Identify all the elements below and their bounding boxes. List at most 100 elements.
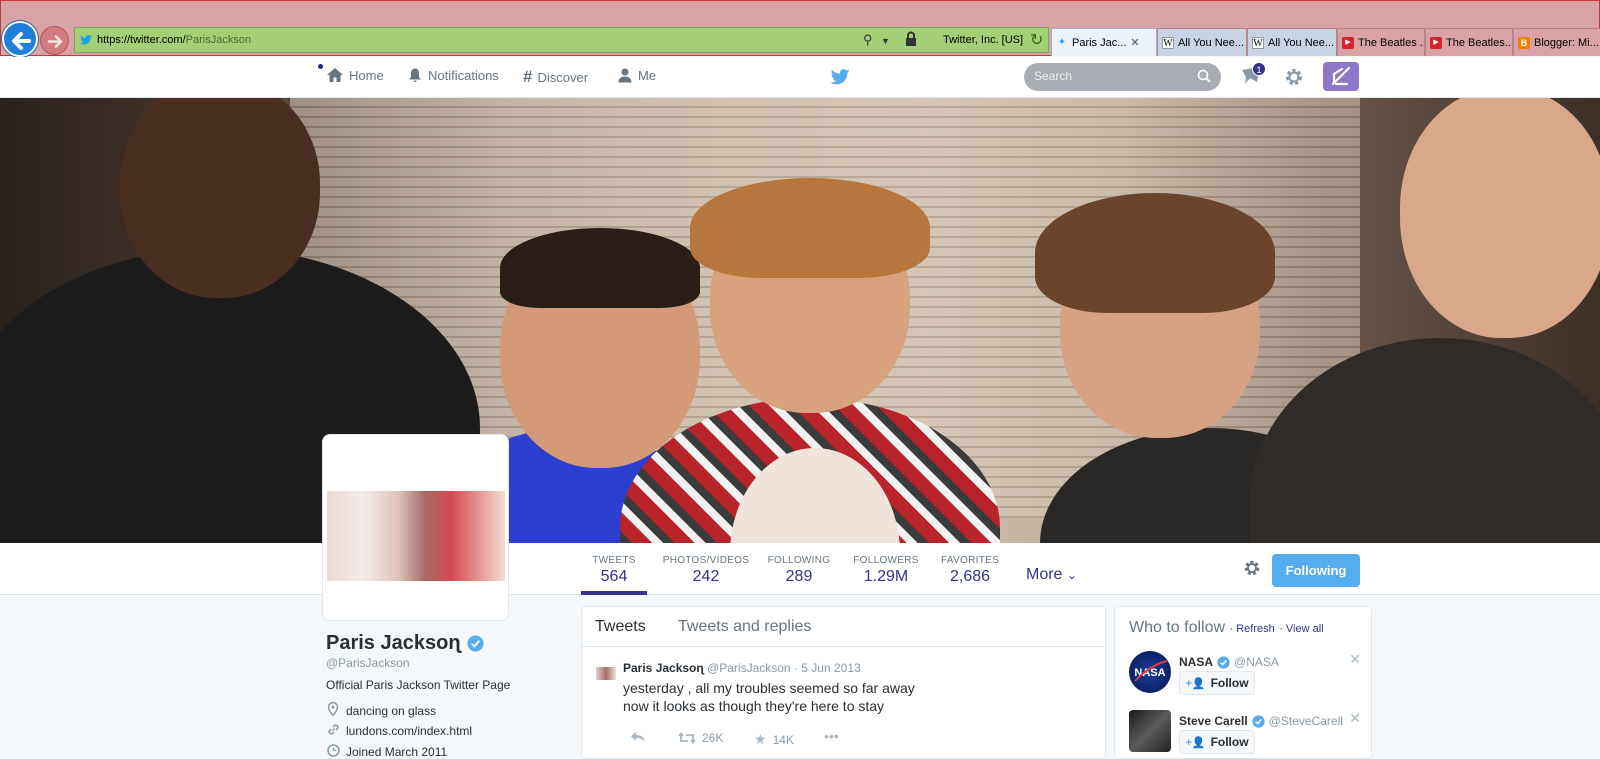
stat-value: 242 bbox=[692, 568, 720, 585]
nav-home[interactable]: Home bbox=[326, 67, 384, 83]
nav-notifications[interactable]: Notifications bbox=[407, 67, 499, 83]
add-user-icon: +👤 bbox=[1185, 736, 1206, 749]
profile-name-text: Paris Jacksoɳ bbox=[326, 632, 461, 654]
tab-strip: ✦ Paris Jac... ✕ W All You Nee... W All … bbox=[1051, 28, 1600, 56]
twitter-logo-icon[interactable] bbox=[830, 69, 850, 85]
more-dropdown[interactable]: More ⌄ bbox=[1026, 566, 1077, 584]
active-stat-underline bbox=[581, 591, 647, 595]
dismiss-icon[interactable]: ✕ bbox=[1349, 710, 1361, 727]
more-options-icon[interactable]: ••• bbox=[824, 728, 839, 744]
tab-label: All You Nee... bbox=[1178, 36, 1245, 49]
joined-text: Joined March 2011 bbox=[346, 745, 448, 759]
nav-me[interactable]: Me bbox=[617, 67, 656, 83]
tab-tweets[interactable]: Tweets bbox=[595, 618, 646, 636]
follow-nasa-button[interactable]: +👤 Follow bbox=[1179, 671, 1255, 695]
refresh-icon[interactable]: ↻ bbox=[1030, 30, 1043, 50]
chevron-down-icon: ⌄ bbox=[1066, 568, 1077, 582]
stat-label: FAVORITES bbox=[940, 555, 1000, 566]
tweet-text-line: yesterday , all my troubles seemed so fa… bbox=[623, 680, 915, 696]
suggestion-handle[interactable]: @SteveCarell bbox=[1269, 714, 1343, 728]
address-bar[interactable]: https://twitter.com/ParisJackson ⚲ ▼ Twi… bbox=[74, 27, 1049, 53]
search-icon[interactable] bbox=[1197, 69, 1211, 83]
stat-value: 289 bbox=[785, 568, 813, 585]
close-icon[interactable]: ✕ bbox=[1130, 36, 1139, 49]
tweet-author-name[interactable]: Paris Jacksoɳ bbox=[623, 661, 704, 675]
profile-joined: Joined March 2011 bbox=[326, 744, 447, 759]
stat-photos-videos[interactable]: PHOTOS/VIDEOS 242 bbox=[656, 555, 756, 586]
tab-label: Blogger: Mi... bbox=[1534, 36, 1599, 49]
stat-followers[interactable]: FOLLOWERS 1.29M bbox=[848, 555, 924, 586]
search-icon[interactable]: ⚲ bbox=[863, 32, 873, 48]
tab-blogger[interactable]: B Blogger: Mi... bbox=[1513, 28, 1600, 56]
stat-label: FOLLOWERS bbox=[853, 555, 919, 566]
retweet-button[interactable]: 26K bbox=[678, 731, 723, 745]
nav-me-label: Me bbox=[638, 67, 657, 83]
gear-icon[interactable] bbox=[1242, 558, 1262, 578]
bell-icon bbox=[409, 68, 421, 82]
following-button[interactable]: Following bbox=[1272, 554, 1360, 587]
suggestion-name-row: Steve Carell @SteveCarell bbox=[1179, 714, 1343, 728]
tab-youtube-1[interactable]: ▶ The Beatles ... bbox=[1337, 28, 1425, 56]
steve-carell-avatar[interactable] bbox=[1129, 710, 1171, 752]
verified-badge-icon bbox=[1217, 655, 1230, 669]
search-box[interactable] bbox=[1024, 63, 1221, 91]
favorite-count: 14K bbox=[772, 732, 794, 747]
tab-label: All You Nee... bbox=[1268, 36, 1335, 49]
follow-steve-carell-button[interactable]: +👤 Follow bbox=[1179, 730, 1255, 754]
forward-button[interactable] bbox=[40, 26, 69, 55]
add-user-icon: +👤 bbox=[1185, 677, 1206, 690]
banner-figure bbox=[1035, 193, 1275, 313]
tab-paris-jackson[interactable]: ✦ Paris Jac... ✕ bbox=[1051, 28, 1157, 56]
back-button[interactable] bbox=[2, 21, 38, 57]
tab-youtube-2[interactable]: ▶ The Beatles... bbox=[1425, 28, 1513, 56]
profile-name: Paris Jacksoɳ bbox=[326, 632, 484, 655]
profile-avatar[interactable] bbox=[322, 434, 509, 621]
profile-website: lundons.com/index.html bbox=[326, 723, 472, 739]
suggestion-name[interactable]: NASA bbox=[1179, 655, 1213, 669]
twitter-icon: ✦ bbox=[1057, 36, 1067, 48]
search-input[interactable] bbox=[1034, 69, 1184, 83]
stat-label: TWEETS bbox=[592, 555, 636, 566]
location-text: dancing on glass bbox=[346, 703, 437, 718]
site-identity[interactable]: Twitter, Inc. [US] bbox=[943, 34, 1023, 46]
calendar-icon bbox=[326, 744, 340, 759]
website-link[interactable]: lundons.com/index.html bbox=[346, 724, 472, 738]
profile-bio: Official Paris Jackson Twitter Page bbox=[326, 678, 511, 692]
stat-following[interactable]: FOLLOWING 289 bbox=[762, 555, 836, 586]
stat-value: 564 bbox=[600, 568, 628, 585]
tab-wiki-2[interactable]: W All You Nee... bbox=[1247, 28, 1337, 56]
user-icon bbox=[618, 68, 632, 83]
stat-favorites[interactable]: FAVORITES 2,686 bbox=[936, 555, 1004, 586]
lock-icon[interactable] bbox=[905, 31, 917, 50]
suggestion-name-row: NASA @NASA bbox=[1179, 655, 1279, 669]
tweet-author-handle[interactable]: @ParisJackson bbox=[707, 661, 791, 675]
favorite-button[interactable]: ★ 14K bbox=[754, 731, 794, 748]
avatar-photo bbox=[327, 491, 505, 581]
profile-location: dancing on glass bbox=[326, 701, 437, 719]
who-to-follow-title: Who to follow bbox=[1129, 619, 1226, 636]
tweet-text: yesterday , all my troubles seemed so fa… bbox=[623, 679, 915, 715]
tweet-avatar[interactable] bbox=[596, 667, 616, 680]
tab-label: Paris Jac... bbox=[1072, 36, 1127, 49]
tweet-date[interactable]: · 5 Jun 2013 bbox=[794, 661, 861, 675]
gear-icon[interactable] bbox=[1283, 66, 1305, 88]
follow-label: Follow bbox=[1210, 735, 1249, 749]
dismiss-icon[interactable]: ✕ bbox=[1349, 651, 1361, 668]
nasa-avatar[interactable]: NASA bbox=[1129, 651, 1171, 693]
dropdown-icon[interactable]: ▼ bbox=[881, 36, 890, 46]
stat-tweets[interactable]: TWEETS 564 bbox=[580, 555, 648, 586]
suggestion-handle[interactable]: @NASA bbox=[1234, 655, 1279, 669]
nav-discover[interactable]: # Discover bbox=[523, 67, 588, 87]
tab-wiki-1[interactable]: W All You Nee... bbox=[1157, 28, 1247, 56]
view-all-link[interactable]: · View all bbox=[1279, 623, 1323, 635]
twitter-favicon-icon bbox=[80, 35, 92, 45]
browser-chrome: https://twitter.com/ParisJackson ⚲ ▼ Twi… bbox=[0, 0, 1600, 57]
reply-button[interactable] bbox=[630, 731, 646, 743]
refresh-link[interactable]: · Refresh bbox=[1230, 623, 1275, 635]
suggestion-name[interactable]: Steve Carell bbox=[1179, 714, 1248, 728]
more-label: More bbox=[1026, 566, 1063, 583]
retweet-count: 26K bbox=[702, 731, 724, 745]
tab-tweets-and-replies[interactable]: Tweets and replies bbox=[678, 618, 811, 636]
youtube-icon: ▶ bbox=[1430, 36, 1442, 49]
compose-tweet-button[interactable] bbox=[1323, 62, 1359, 91]
